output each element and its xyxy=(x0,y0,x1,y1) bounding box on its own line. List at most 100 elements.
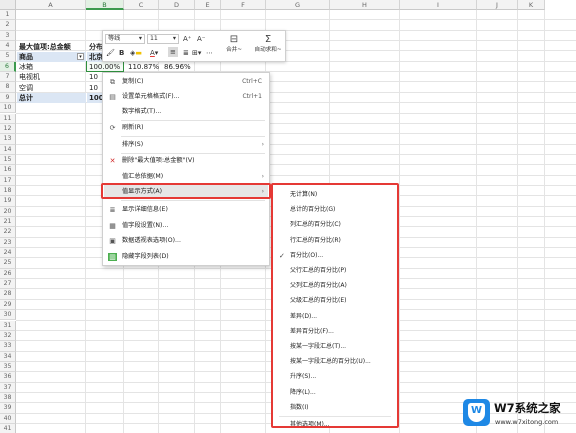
pivot-total-label[interactable]: 总计 xyxy=(17,93,86,103)
pivot-item-name[interactable]: 冰箱 xyxy=(17,62,85,72)
row-header-6[interactable]: 6 xyxy=(0,61,16,73)
row-header-12[interactable]: 12 xyxy=(0,123,16,135)
row-header-2[interactable]: 2 xyxy=(0,20,16,31)
row-header-1[interactable]: 1 xyxy=(0,10,16,21)
shrink-font-button[interactable]: A⁻ xyxy=(197,34,205,44)
context-menu-item[interactable]: ✕ 删除"最大值项:总金额"(V) xyxy=(104,154,268,168)
row-header-5[interactable]: 5 xyxy=(0,51,16,62)
row-header-14[interactable]: 14 xyxy=(0,144,16,155)
row-header-41[interactable]: 41 xyxy=(0,424,16,433)
row-header-16[interactable]: 16 xyxy=(0,165,16,176)
row-header-7[interactable]: 7 xyxy=(0,72,16,83)
row-header-11[interactable]: 11 xyxy=(0,113,16,124)
format-painter-icon[interactable]: 🖌 xyxy=(106,48,115,58)
pivot-item-value-b[interactable]: 100.00% xyxy=(87,62,123,72)
pivot-title-right[interactable]: 分布 xyxy=(89,42,103,52)
context-menu-item[interactable]: 值汇总依据(M) › xyxy=(104,170,268,184)
autosum-button[interactable]: Σ 自动求和~ xyxy=(252,34,284,54)
row-header-15[interactable]: 15 xyxy=(0,154,16,166)
row-header-36[interactable]: 36 xyxy=(0,372,16,383)
row-header-23[interactable]: 23 xyxy=(0,237,16,249)
pivot-item-value-c[interactable]: 110.87% xyxy=(126,62,160,72)
gridline xyxy=(399,10,400,433)
context-menu-item[interactable]: ▥ 隐藏字段列表(D) xyxy=(104,250,268,264)
pivot-total-value[interactable]: 100 xyxy=(87,93,103,103)
column-header-f[interactable]: F xyxy=(221,0,266,10)
column-header-i[interactable]: I xyxy=(400,0,477,10)
context-menu-item[interactable]: 数字格式(T)... xyxy=(104,105,268,119)
row-header-8[interactable]: 8 xyxy=(0,82,16,93)
column-header-k[interactable]: K xyxy=(518,0,545,10)
pivot-item-name[interactable]: 空调 xyxy=(17,83,85,93)
row-header-28[interactable]: 28 xyxy=(0,289,16,300)
select-all-corner[interactable] xyxy=(0,0,16,10)
row-header-29[interactable]: 29 xyxy=(0,299,16,311)
pivot-item-value-d[interactable]: 86.96% xyxy=(162,62,196,72)
column-header-j[interactable]: J xyxy=(477,0,518,10)
pivot-col-header[interactable]: 北京 xyxy=(87,52,103,62)
chevron-down-icon: ▾ xyxy=(138,35,142,42)
context-menu-item[interactable]: ⟳ 刷新(R) xyxy=(104,121,268,135)
row-header-20[interactable]: 20 xyxy=(0,206,16,217)
row-header-9[interactable]: 9 xyxy=(0,92,16,104)
context-menu-item[interactable]: ⧉ 复制(C) Ctrl+C xyxy=(104,75,268,89)
context-menu-item[interactable]: ▣ 数据透视表选项(O)... xyxy=(104,234,268,248)
font-size-value: 11 xyxy=(150,35,158,42)
row-header-26[interactable]: 26 xyxy=(0,268,16,280)
row-header-25[interactable]: 25 xyxy=(0,258,16,269)
row-header-39[interactable]: 39 xyxy=(0,403,16,414)
row-header-33[interactable]: 33 xyxy=(0,341,16,352)
gridline xyxy=(476,10,477,433)
fill-color-icon[interactable]: ◈▬ xyxy=(130,48,142,58)
context-menu-item-label: 复制(C) xyxy=(122,78,144,85)
pivot-row-header[interactable]: 商品 ▾ xyxy=(17,52,86,62)
column-header-a[interactable]: A xyxy=(16,0,86,10)
row-header-37[interactable]: 37 xyxy=(0,382,16,393)
borders-icon[interactable]: ⊞▾ xyxy=(192,48,201,58)
pivot-item-name[interactable]: 电视机 xyxy=(17,72,85,82)
column-header-b[interactable]: B xyxy=(86,0,124,10)
context-menu-item[interactable]: ▤ 设置单元格格式(F)... Ctrl+1 xyxy=(104,90,268,104)
row-header-22[interactable]: 22 xyxy=(0,227,16,238)
filter-dropdown-icon[interactable]: ▾ xyxy=(77,53,84,60)
copy-icon: ⧉ xyxy=(110,78,115,86)
row-header-27[interactable]: 27 xyxy=(0,279,16,290)
row-header-3[interactable]: 3 xyxy=(0,30,16,42)
row-header-30[interactable]: 30 xyxy=(0,310,16,321)
column-header-d[interactable]: D xyxy=(159,0,195,10)
more-icon[interactable]: ⋯ xyxy=(206,48,213,58)
context-menu-item[interactable]: ▦ 值字段设置(N)... xyxy=(104,219,268,233)
row-header-38[interactable]: 38 xyxy=(0,392,16,404)
row-header-34[interactable]: 34 xyxy=(0,351,16,362)
align-center-icon[interactable]: ≡ xyxy=(168,47,178,57)
row-header-17[interactable]: 17 xyxy=(0,175,16,186)
row-header-10[interactable]: 10 xyxy=(0,103,16,114)
row-header-13[interactable]: 13 xyxy=(0,134,16,145)
context-menu-item[interactable]: 排序(S) › xyxy=(104,138,268,152)
column-header-e[interactable]: E xyxy=(195,0,221,10)
row-header-32[interactable]: 32 xyxy=(0,330,16,342)
row-header-35[interactable]: 35 xyxy=(0,361,16,373)
row-header-4[interactable]: 4 xyxy=(0,41,16,52)
pivot-title[interactable]: 最大值项:总金额 xyxy=(19,42,87,52)
context-menu-item-label: 值汇总依据(M) xyxy=(122,173,164,180)
align-icon[interactable]: ≣ xyxy=(183,48,189,58)
bold-button[interactable]: B xyxy=(119,48,124,58)
row-header-21[interactable]: 21 xyxy=(0,217,16,228)
row-header-19[interactable]: 19 xyxy=(0,196,16,207)
row-header-24[interactable]: 24 xyxy=(0,248,16,259)
row-header-18[interactable]: 18 xyxy=(0,185,16,197)
column-header-h[interactable]: H xyxy=(330,0,400,10)
gridline xyxy=(16,19,576,21)
grow-font-button[interactable]: A⁺ xyxy=(183,34,191,44)
column-header-c[interactable]: C xyxy=(124,0,159,10)
row-header-40[interactable]: 40 xyxy=(0,413,16,424)
watermark-logo-icon: W xyxy=(463,399,490,426)
font-name-box[interactable]: 等线 ▾ xyxy=(105,34,145,44)
merge-button[interactable]: ⊟ 合并~ xyxy=(223,34,245,54)
font-size-box[interactable]: 11 ▾ xyxy=(147,34,179,44)
font-color-icon[interactable]: A▾ xyxy=(150,48,158,58)
column-header-g[interactable]: G xyxy=(266,0,330,10)
row-header-31[interactable]: 31 xyxy=(0,320,16,331)
context-menu-item[interactable]: ≣ 显示详细信息(E) xyxy=(104,203,268,217)
